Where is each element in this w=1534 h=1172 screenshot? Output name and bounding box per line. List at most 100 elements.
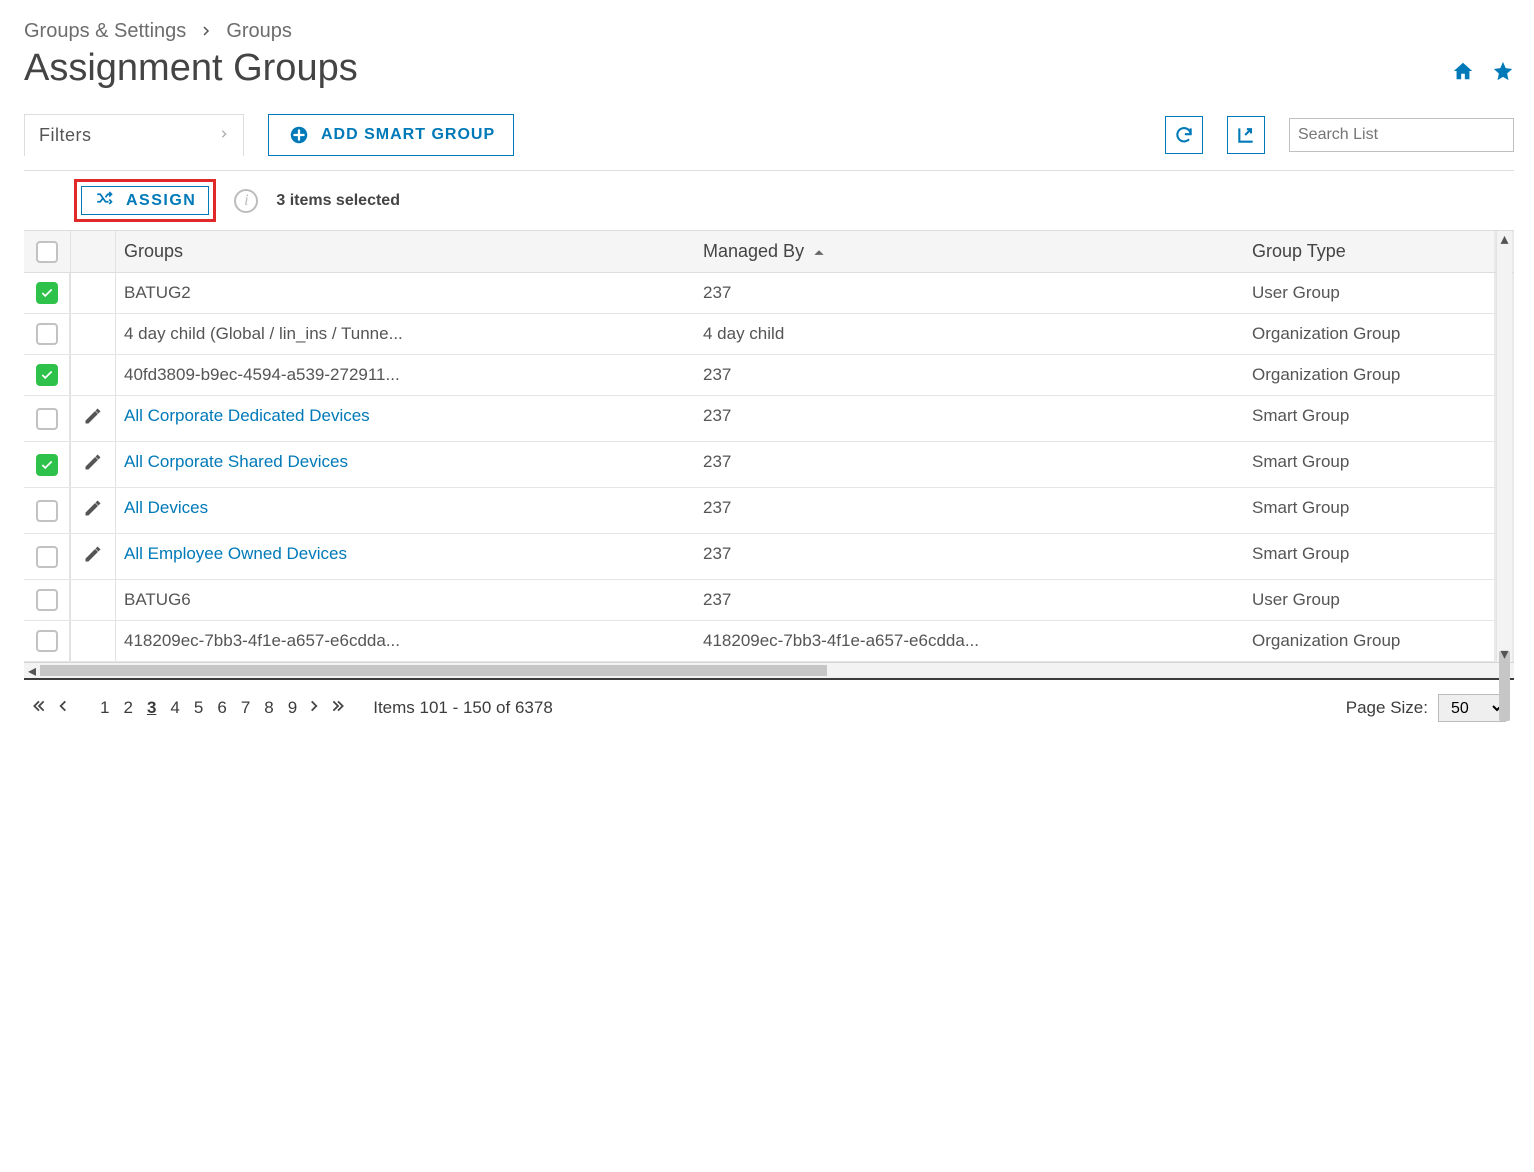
pencil-icon[interactable]: [83, 498, 103, 523]
table-row[interactable]: All Corporate Dedicated Devices 237Smart …: [24, 396, 1514, 442]
row-checkbox[interactable]: [24, 355, 70, 395]
table-row[interactable]: All Corporate Shared Devices237Smart Gro…: [24, 442, 1514, 488]
horizontal-scrollbar[interactable]: ◂ ▸: [24, 662, 1514, 678]
breadcrumb-current: Groups: [226, 20, 292, 43]
group-link[interactable]: All Employee Owned Devices: [124, 544, 347, 563]
page-number[interactable]: 6: [217, 698, 226, 718]
selection-count: 3 items selected: [276, 192, 400, 210]
star-icon[interactable]: [1492, 60, 1514, 87]
page-number[interactable]: 3: [147, 698, 156, 718]
assign-button[interactable]: ASSIGN: [81, 186, 209, 215]
last-page-button[interactable]: [331, 698, 345, 718]
row-edit[interactable]: [70, 442, 116, 487]
cell-group-type: Smart Group: [1244, 396, 1494, 441]
table-row[interactable]: All Employee Owned Devices 237Smart Group: [24, 534, 1514, 580]
row-edit: [70, 273, 116, 313]
export-button[interactable]: [1227, 116, 1265, 154]
breadcrumb: Groups & Settings Groups: [24, 20, 1514, 43]
pencil-icon[interactable]: [83, 406, 103, 431]
filters-panel[interactable]: Filters: [24, 114, 244, 156]
row-checkbox[interactable]: [24, 314, 70, 354]
page-number[interactable]: 5: [194, 698, 203, 718]
group-link[interactable]: All Devices: [124, 498, 208, 517]
cell-group-type: User Group: [1244, 273, 1494, 313]
cell-group: 4 day child (Global / lin_ins / Tunne...: [116, 314, 695, 354]
page-number[interactable]: 2: [123, 698, 132, 718]
cell-group: 418209ec-7bb3-4f1e-a657-e6cdda...: [116, 621, 695, 661]
cell-group-type: Organization Group: [1244, 355, 1494, 395]
breadcrumb-root[interactable]: Groups & Settings: [24, 20, 186, 43]
row-edit[interactable]: [70, 534, 116, 579]
search-input[interactable]: [1289, 118, 1514, 152]
header-managed-by[interactable]: Managed By: [695, 231, 1244, 272]
add-smart-group-button[interactable]: ADD SMART GROUP: [268, 114, 514, 156]
row-checkbox[interactable]: [24, 396, 70, 441]
table-row[interactable]: BATUG2237User Group: [24, 273, 1514, 314]
next-page-button[interactable]: [307, 698, 321, 718]
cell-group-type: Organization Group: [1244, 314, 1494, 354]
pencil-icon[interactable]: [83, 452, 103, 477]
table-row[interactable]: 418209ec-7bb3-4f1e-a657-e6cdda...418209e…: [24, 621, 1514, 662]
sort-asc-icon: [812, 241, 826, 262]
page-number[interactable]: 9: [288, 698, 297, 718]
scroll-down-icon[interactable]: ▾: [1497, 646, 1512, 662]
table-row[interactable]: BATUG6237User Group: [24, 580, 1514, 621]
select-all-checkbox[interactable]: [24, 231, 70, 272]
chevron-right-icon: [200, 20, 212, 43]
first-page-button[interactable]: [32, 698, 46, 718]
cell-managed-by: 4 day child: [695, 314, 1244, 354]
cell-managed-by: 237: [695, 355, 1244, 395]
scrollbar-thumb[interactable]: [40, 665, 827, 676]
row-checkbox[interactable]: [24, 442, 70, 487]
header-edit: [70, 231, 116, 272]
page-number[interactable]: 1: [100, 698, 109, 718]
cell-group-type: Smart Group: [1244, 534, 1494, 579]
scroll-left-icon[interactable]: ◂: [24, 661, 40, 681]
cell-group-type: Smart Group: [1244, 442, 1494, 487]
vertical-scrollbar[interactable]: ▴ ▾: [1496, 231, 1512, 662]
group-link[interactable]: All Corporate Shared Devices: [124, 452, 348, 471]
table-row[interactable]: 4 day child (Global / lin_ins / Tunne...…: [24, 314, 1514, 355]
table-row[interactable]: 40fd3809-b9ec-4594-a539-272911...237Orga…: [24, 355, 1514, 396]
page-size-select[interactable]: 50: [1438, 694, 1506, 722]
cell-group: 40fd3809-b9ec-4594-a539-272911...: [116, 355, 695, 395]
row-checkbox[interactable]: [24, 488, 70, 533]
row-edit: [70, 355, 116, 395]
group-link[interactable]: All Corporate Dedicated Devices: [124, 406, 370, 425]
table-row[interactable]: All Devices237Smart Group: [24, 488, 1514, 534]
row-checkbox[interactable]: [24, 273, 70, 313]
cell-group[interactable]: All Corporate Dedicated Devices: [116, 396, 695, 441]
cell-group-type: Organization Group: [1244, 621, 1494, 661]
cell-group: BATUG2: [116, 273, 695, 313]
cell-group-type: Smart Group: [1244, 488, 1494, 533]
cell-group: BATUG6: [116, 580, 695, 620]
page-number[interactable]: 4: [170, 698, 179, 718]
filters-label: Filters: [39, 125, 92, 146]
row-checkbox[interactable]: [24, 534, 70, 579]
cell-managed-by: 237: [695, 580, 1244, 620]
page-number[interactable]: 7: [241, 698, 250, 718]
pencil-icon[interactable]: [83, 544, 103, 569]
row-edit[interactable]: [70, 396, 116, 441]
items-range: Items 101 - 150 of 6378: [373, 698, 553, 718]
row-checkbox[interactable]: [24, 580, 70, 620]
page-numbers: 123456789: [100, 698, 297, 718]
cell-group[interactable]: All Employee Owned Devices: [116, 534, 695, 579]
scroll-up-icon[interactable]: ▴: [1497, 231, 1512, 247]
row-checkbox[interactable]: [24, 621, 70, 661]
header-group-type[interactable]: Group Type: [1244, 231, 1494, 272]
shuffle-icon: [94, 189, 114, 212]
cell-group[interactable]: All Devices: [116, 488, 695, 533]
cell-managed-by: 237: [695, 534, 1244, 579]
info-icon[interactable]: i: [234, 189, 258, 213]
prev-page-button[interactable]: [56, 698, 70, 718]
home-icon[interactable]: [1452, 60, 1474, 87]
chevron-right-icon: [219, 125, 229, 146]
refresh-button[interactable]: [1165, 116, 1203, 154]
header-groups[interactable]: Groups: [116, 231, 695, 272]
cell-managed-by: 237: [695, 396, 1244, 441]
cell-group[interactable]: All Corporate Shared Devices: [116, 442, 695, 487]
page-number[interactable]: 8: [264, 698, 273, 718]
row-edit[interactable]: [70, 488, 116, 533]
table-body: BATUG2237User Group4 day child (Global /…: [24, 273, 1514, 662]
